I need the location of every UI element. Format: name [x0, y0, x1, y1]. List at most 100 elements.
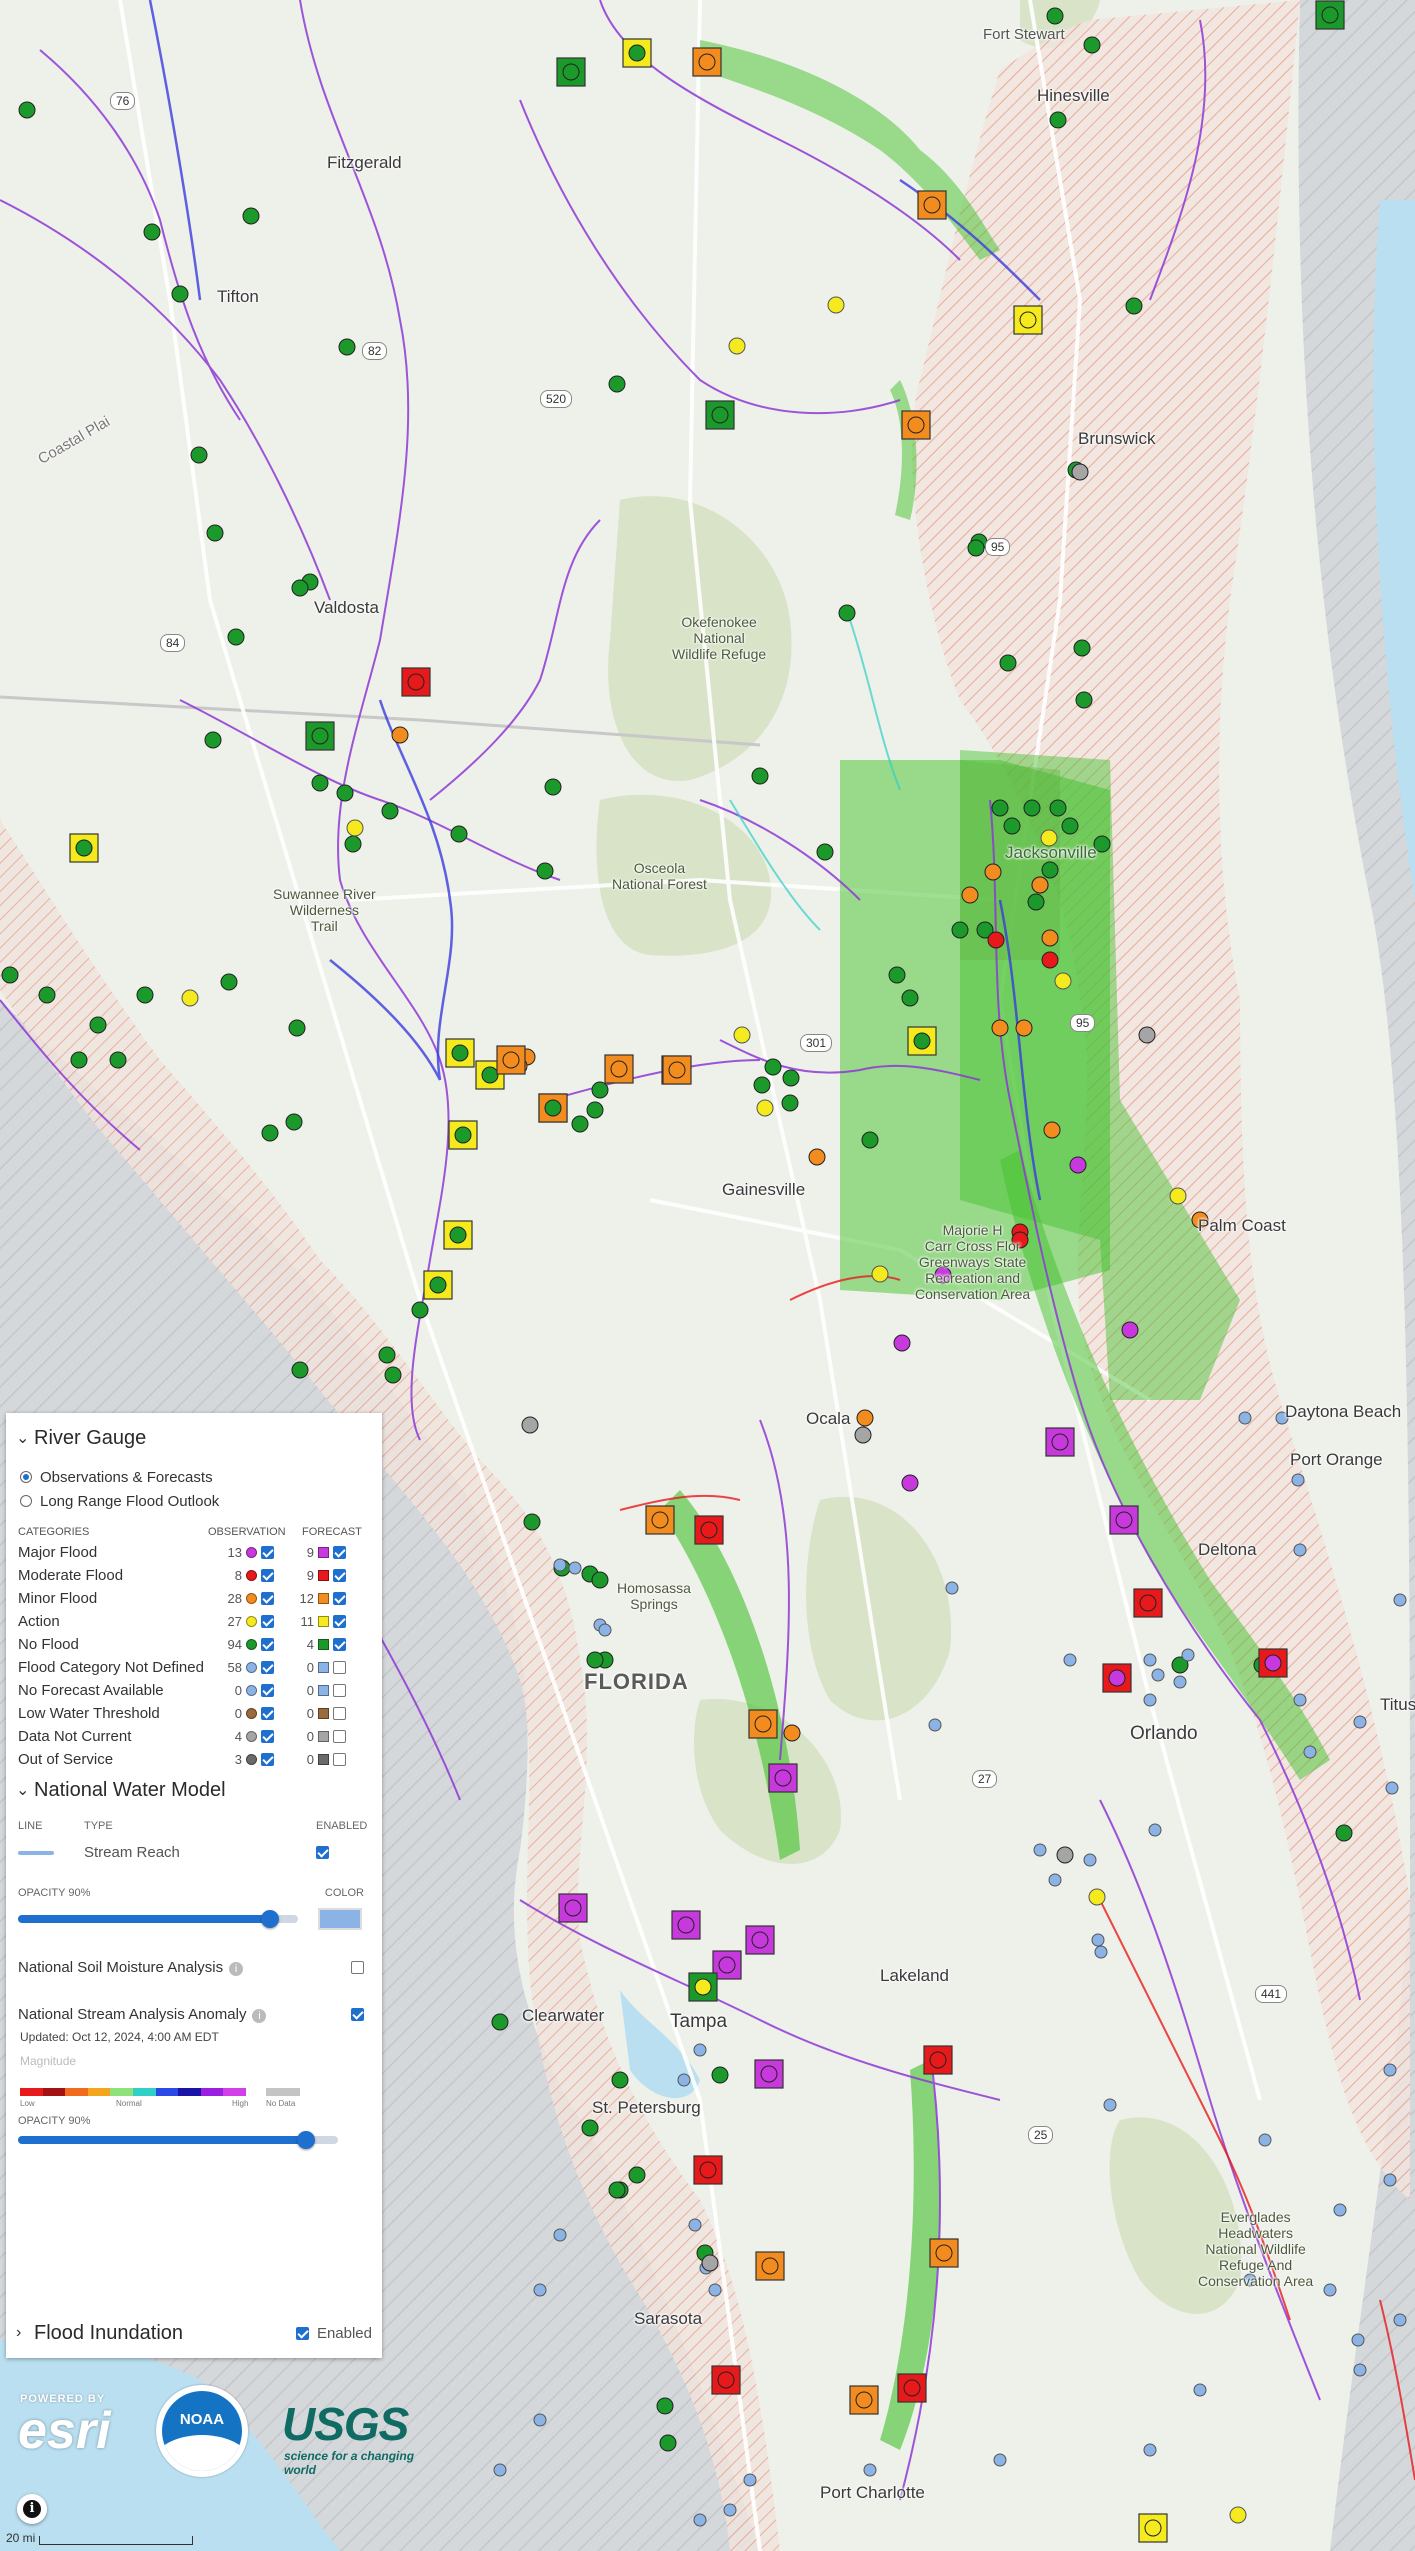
- gauge-marker-not-defined[interactable]: [533, 2283, 547, 2297]
- stream-anomaly-checkbox[interactable]: [351, 2008, 364, 2021]
- gauge-marker-not-current[interactable]: [1138, 1026, 1156, 1044]
- forecast-gauge-moderate[interactable]: [401, 667, 431, 697]
- gauge-marker-minor[interactable]: [991, 1019, 1009, 1037]
- forecast-gauge-action[interactable]: [443, 1220, 473, 1250]
- forecast-checkbox[interactable]: [333, 1592, 346, 1605]
- gauge-marker-minor[interactable]: [1041, 929, 1059, 947]
- forecast-gauge-major[interactable]: [1109, 1505, 1139, 1535]
- forecast-gauge-moderate[interactable]: [897, 2373, 927, 2403]
- forecast-gauge-minor[interactable]: [645, 1505, 675, 1535]
- gauge-marker-no-flood[interactable]: [1073, 639, 1091, 657]
- flood-inundation-header[interactable]: › Flood Inundation: [6, 2318, 183, 2348]
- gauge-marker-not-defined[interactable]: [1333, 2203, 1347, 2217]
- forecast-gauge-no-flood[interactable]: [556, 57, 586, 87]
- gauge-marker-no-flood[interactable]: [220, 973, 238, 991]
- forecast-gauge-moderate[interactable]: [711, 2365, 741, 2395]
- gauge-marker-not-defined[interactable]: [1393, 2313, 1407, 2327]
- forecast-gauge-major[interactable]: [558, 1893, 588, 1923]
- gauge-marker-action[interactable]: [1054, 972, 1072, 990]
- gauge-marker-minor[interactable]: [1031, 876, 1049, 894]
- gauge-marker-no-flood[interactable]: [1046, 7, 1064, 25]
- observation-checkbox[interactable]: [261, 1661, 274, 1674]
- anomaly-opacity-slider[interactable]: [18, 2131, 338, 2149]
- gauge-marker-no-flood[interactable]: [861, 1131, 879, 1149]
- gauge-marker-no-flood[interactable]: [591, 1081, 609, 1099]
- gauge-marker-not-defined[interactable]: [568, 1561, 582, 1575]
- forecast-gauge-minor[interactable]: [917, 190, 947, 220]
- gauge-marker-no-flood[interactable]: [491, 2013, 509, 2031]
- gauge-marker-no-flood[interactable]: [70, 1051, 88, 1069]
- gauge-marker-no-flood[interactable]: [1003, 817, 1021, 835]
- gauge-marker-no-flood[interactable]: [1041, 861, 1059, 879]
- gauge-marker-no-flood[interactable]: [816, 843, 834, 861]
- gauge-marker-minor[interactable]: [961, 886, 979, 904]
- forecast-gauge-minor[interactable]: [604, 1054, 634, 1084]
- observation-checkbox[interactable]: [261, 1730, 274, 1743]
- gauge-marker-no-flood[interactable]: [751, 767, 769, 785]
- forecast-gauge-no-flood[interactable]: [705, 400, 735, 430]
- gauge-marker-minor[interactable]: [856, 1409, 874, 1427]
- gauge-marker-not-defined[interactable]: [1383, 2173, 1397, 2187]
- gauge-marker-not-defined[interactable]: [1238, 1411, 1252, 1425]
- gauge-marker-no-flood[interactable]: [1125, 297, 1143, 315]
- stream-reach-checkbox[interactable]: [316, 1846, 329, 1859]
- info-icon[interactable]: i: [252, 2009, 267, 2023]
- gauge-marker-no-flood[interactable]: [89, 1016, 107, 1034]
- gauge-marker-no-flood[interactable]: [285, 1113, 303, 1131]
- gauge-marker-not-current[interactable]: [1071, 463, 1089, 481]
- gauge-marker-no-flood[interactable]: [171, 285, 189, 303]
- gauge-marker-not-defined[interactable]: [1393, 1593, 1407, 1607]
- gauge-marker-not-defined[interactable]: [993, 2453, 1007, 2467]
- forecast-gauge-action[interactable]: [1013, 305, 1043, 335]
- slider-knob[interactable]: [297, 2131, 315, 2149]
- gauge-marker-action[interactable]: [733, 1026, 751, 1044]
- gauge-marker-major[interactable]: [893, 1334, 911, 1352]
- gauge-marker-not-defined[interactable]: [1048, 1873, 1062, 1887]
- forecast-checkbox[interactable]: [333, 1707, 346, 1720]
- nwm-color-swatch[interactable]: [318, 1908, 362, 1930]
- gauge-marker-no-flood[interactable]: [586, 1101, 604, 1119]
- forecast-checkbox[interactable]: [333, 1684, 346, 1697]
- forecast-gauge-major[interactable]: [768, 1763, 798, 1793]
- gauge-marker-not-defined[interactable]: [1385, 1781, 1399, 1795]
- gauge-marker-no-flood[interactable]: [242, 207, 260, 225]
- gauge-marker-no-flood[interactable]: [136, 986, 154, 1004]
- gauge-marker-not-defined[interactable]: [1143, 2443, 1157, 2457]
- gauge-marker-action[interactable]: [181, 989, 199, 1007]
- gauge-marker-no-flood[interactable]: [1083, 36, 1101, 54]
- gauge-marker-no-flood[interactable]: [591, 1571, 609, 1589]
- gauge-marker-not-defined[interactable]: [1033, 1843, 1047, 1857]
- forecast-checkbox[interactable]: [333, 1730, 346, 1743]
- forecast-checkbox[interactable]: [333, 1615, 346, 1628]
- gauge-marker-no-flood[interactable]: [608, 375, 626, 393]
- gauge-marker-not-defined[interactable]: [708, 2283, 722, 2297]
- gauge-marker-not-defined[interactable]: [553, 2228, 567, 2242]
- chevron-down-icon[interactable]: ⌄: [16, 1780, 34, 1800]
- gauge-marker-not-defined[interactable]: [1181, 1648, 1195, 1662]
- forecast-gauge-action[interactable]: [445, 1038, 475, 1068]
- gauge-marker-no-flood[interactable]: [581, 2119, 599, 2137]
- forecast-gauge-no-flood[interactable]: [1315, 0, 1345, 30]
- gauge-marker-minor[interactable]: [984, 863, 1002, 881]
- gauge-marker-minor[interactable]: [1043, 1121, 1061, 1139]
- gauge-marker-not-current[interactable]: [1056, 1846, 1074, 1864]
- radio-observations[interactable]: [20, 1471, 32, 1483]
- gauge-marker-not-defined[interactable]: [1083, 1853, 1097, 1867]
- gauge-marker-not-defined[interactable]: [598, 1623, 612, 1637]
- gauge-marker-no-flood[interactable]: [753, 1076, 771, 1094]
- observation-checkbox[interactable]: [261, 1546, 274, 1559]
- gauge-marker-not-defined[interactable]: [1293, 1693, 1307, 1707]
- forecast-checkbox[interactable]: [333, 1753, 346, 1766]
- gauge-marker-no-flood[interactable]: [838, 604, 856, 622]
- gauge-marker-no-flood[interactable]: [1075, 691, 1093, 709]
- river-gauge-header[interactable]: ⌄ River Gauge: [6, 1423, 382, 1453]
- gauge-marker-major[interactable]: [901, 1474, 919, 1492]
- gauge-marker-not-defined[interactable]: [688, 2218, 702, 2232]
- forecast-gauge-moderate[interactable]: [1102, 1663, 1132, 1693]
- gauge-marker-no-flood[interactable]: [204, 731, 222, 749]
- forecast-checkbox[interactable]: [333, 1638, 346, 1651]
- forecast-gauge-moderate[interactable]: [1133, 1588, 1163, 1618]
- gauge-marker-action[interactable]: [1169, 1187, 1187, 1205]
- forecast-gauge-action[interactable]: [622, 38, 652, 68]
- forecast-gauge-moderate[interactable]: [693, 2155, 723, 2185]
